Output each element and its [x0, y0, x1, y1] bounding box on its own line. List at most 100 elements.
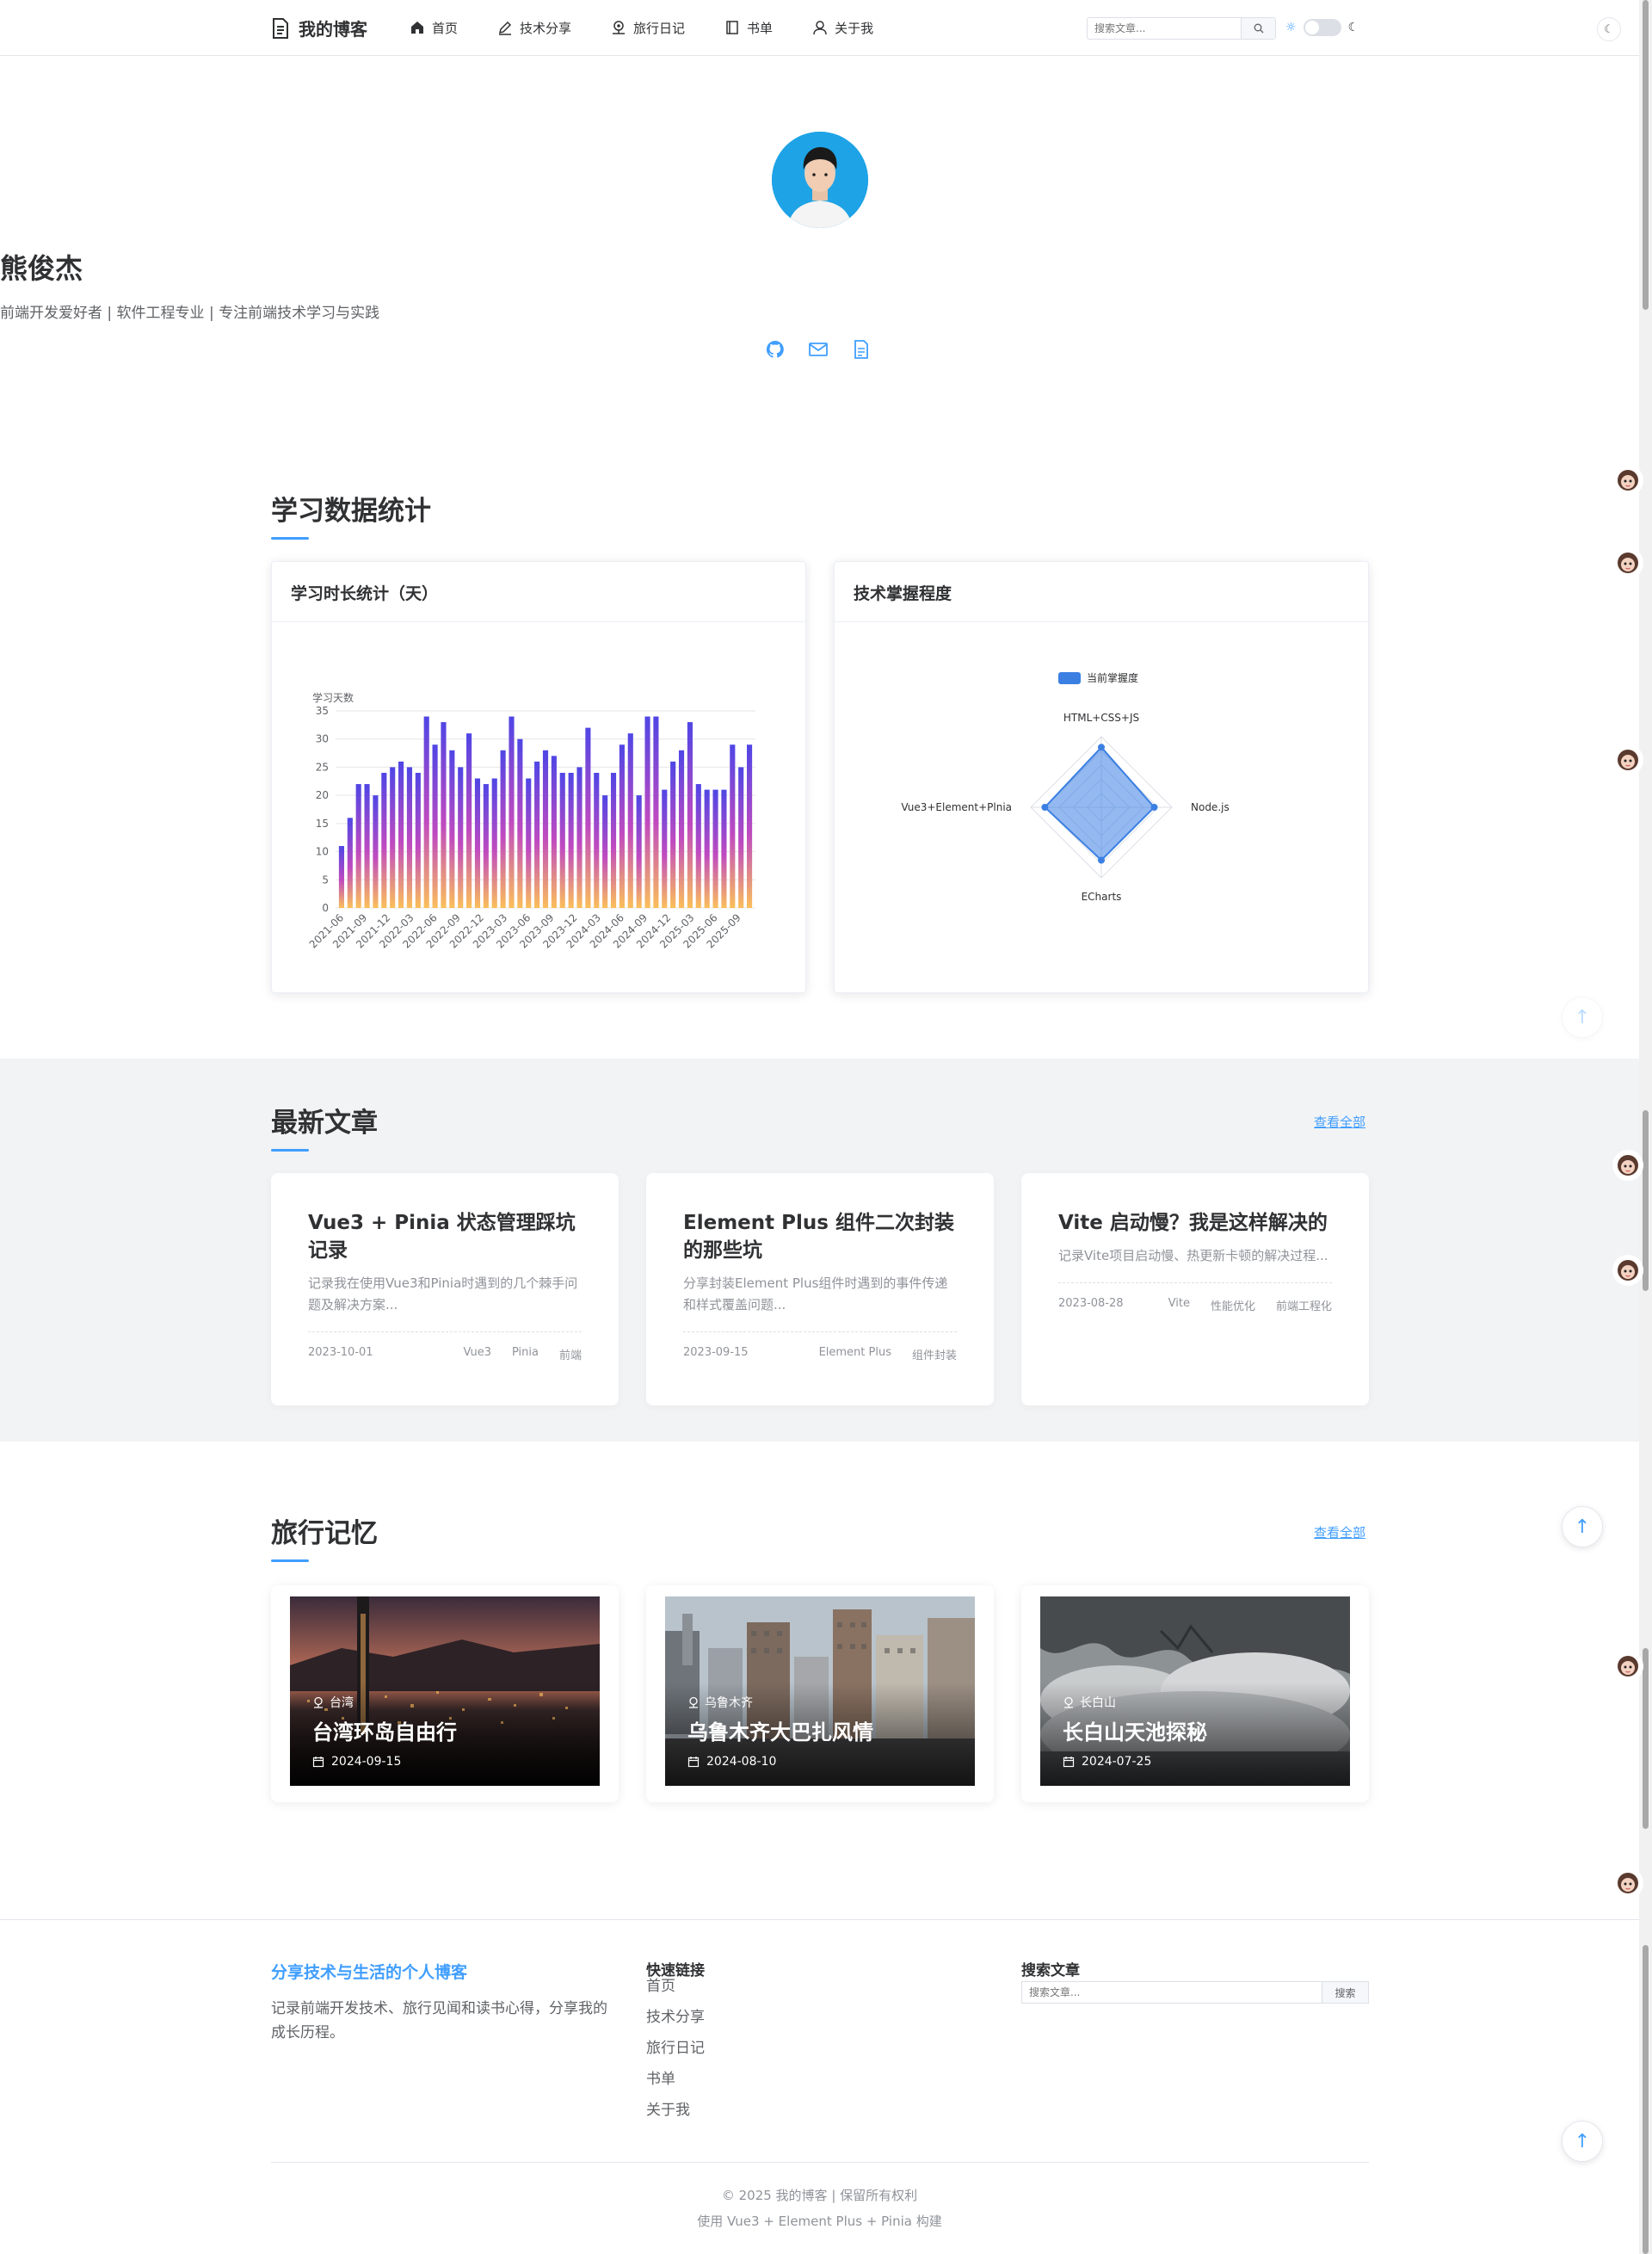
nav-item-travel[interactable]: 旅行日记: [611, 17, 685, 38]
y-tick-label: 5: [322, 874, 329, 886]
footer-links: 首页 技术分享 旅行日记 书单 关于我: [646, 1978, 705, 2133]
article-date: 2023-10-01: [308, 1346, 373, 1359]
nav-item-home[interactable]: 首页: [410, 17, 458, 38]
back-to-top-button[interactable]: ↑: [1562, 997, 1603, 1038]
floating-avatar[interactable]: [1612, 1651, 1643, 1682]
theme-switch[interactable]: [1303, 19, 1341, 36]
travel-title[interactable]: 乌鲁木齐大巴扎风情: [687, 1715, 873, 1745]
site-logo-text: 我的博客: [299, 19, 367, 40]
nav-item-about[interactable]: 关于我: [812, 17, 873, 38]
article-tag[interactable]: Vite: [1168, 1297, 1190, 1313]
bar: [517, 738, 523, 908]
bar: [500, 750, 506, 908]
header-search-button[interactable]: [1241, 18, 1275, 39]
travel-date: 2024-08-10: [687, 1755, 776, 1769]
header-search-input[interactable]: [1088, 18, 1241, 39]
footer-link[interactable]: 技术分享: [646, 2009, 705, 2040]
radar-chart-card-title: 技术掌握程度: [835, 562, 1368, 622]
travel-location: 长白山: [1063, 1694, 1116, 1711]
travel-title[interactable]: 台湾环岛自由行: [312, 1715, 457, 1745]
bar: [602, 795, 608, 908]
floating-avatar[interactable]: [1612, 744, 1643, 775]
article-card[interactable]: Vite 启动慢？我是这样解决的 记录Vite项目启动慢、热更新卡顿的解决过程.…: [1021, 1173, 1369, 1405]
floating-avatar[interactable]: [1612, 1868, 1643, 1899]
footer-link[interactable]: 首页: [646, 1978, 705, 2009]
arrow-up-icon: ↑: [1574, 2130, 1591, 2152]
nav-label: 书单: [747, 20, 774, 36]
footer-link[interactable]: 旅行日记: [646, 2040, 705, 2071]
article-tag[interactable]: 性能优化: [1211, 1297, 1255, 1313]
article-card[interactable]: Element Plus 组件二次封装的那些坑 分享封装Element Plus…: [646, 1173, 994, 1405]
radar-point: [1041, 804, 1049, 811]
travel-card[interactable]: 乌鲁木齐 乌鲁木齐大巴扎风情 2024-08-10: [646, 1585, 994, 1802]
site-logo[interactable]: 我的博客: [271, 15, 367, 40]
travel-card[interactable]: 长白山 长白山天池探秘 2024-07-25: [1021, 1585, 1369, 1802]
article-title[interactable]: Vue3 + Pinia 状态管理踩坑记录: [308, 1209, 582, 1264]
home-icon: [411, 22, 423, 34]
calendar-icon: [1063, 1757, 1075, 1768]
travel-view-all-link[interactable]: 查看全部: [1314, 1523, 1365, 1541]
travel-title[interactable]: 长白山天池探秘: [1063, 1715, 1207, 1745]
bar: [474, 778, 481, 908]
travel-date-label: 2024-07-25: [1082, 1755, 1152, 1769]
article-footer: 2023-10-01 Vue3 Pinia 前端: [308, 1331, 582, 1362]
scroll-thumb[interactable]: [1643, 0, 1649, 310]
sun-icon: ☼: [1285, 21, 1297, 34]
article-tag[interactable]: 前端工程化: [1276, 1297, 1332, 1313]
radar-chart-card: 技术掌握程度 当前掌握度 HTML+CSS+JS Node.js ECharts Vue…: [834, 561, 1369, 993]
article-title[interactable]: Vite 启动慢？我是这样解决的: [1058, 1209, 1332, 1237]
back-to-top-button[interactable]: ↑: [1562, 1506, 1603, 1547]
article-card[interactable]: Vue3 + Pinia 状态管理踩坑记录 记录我在使用Vue3和Pinia时遇…: [271, 1173, 619, 1405]
travel-location-label: 台湾: [330, 1696, 354, 1710]
profile-avatar[interactable]: [772, 132, 868, 228]
nav-item-tech[interactable]: 技术分享: [497, 17, 571, 38]
article-tag[interactable]: Element Plus: [819, 1346, 891, 1362]
bar: [364, 784, 370, 908]
floating-avatar[interactable]: [1612, 1150, 1643, 1181]
article-tag[interactable]: 前端: [559, 1346, 582, 1362]
article-date: 2023-09-15: [683, 1346, 749, 1359]
footer-search-input[interactable]: [1022, 1982, 1322, 2003]
copyright: © 2025 我的博客 | 保留所有权利: [721, 2188, 918, 2203]
github-icon[interactable]: [765, 339, 786, 360]
nav-label: 关于我: [835, 20, 874, 36]
footer-search-button[interactable]: 搜索: [1322, 1982, 1368, 2003]
footer-divider: [271, 2162, 1369, 2163]
mail-icon[interactable]: [808, 339, 829, 360]
back-to-top-button[interactable]: ↑: [1562, 2121, 1603, 2162]
scroll-thumb[interactable]: [1643, 1945, 1649, 2254]
article-tag[interactable]: Pinia: [512, 1346, 539, 1362]
travel-card[interactable]: 台湾 台湾环岛自由行 2024-09-15: [271, 1585, 619, 1802]
scroll-thumb[interactable]: [1643, 1648, 1649, 1829]
dark-mode-button[interactable]: ☾: [1597, 17, 1621, 41]
theme-toggle[interactable]: ☼ ☾: [1285, 19, 1359, 36]
bar: [746, 744, 753, 908]
document-icon[interactable]: [851, 339, 872, 360]
article-desc: 记录我在使用Vue3和Pinia时遇到的几个棘手问题及解决方案...: [308, 1275, 578, 1312]
bar: [644, 716, 650, 908]
article-title[interactable]: Element Plus 组件二次封装的那些坑: [683, 1209, 957, 1264]
scrollbar[interactable]: [1639, 0, 1652, 2254]
bar: [687, 722, 693, 908]
floating-avatar[interactable]: [1612, 1255, 1643, 1286]
article-tag[interactable]: Vue3: [463, 1346, 491, 1362]
footer-link[interactable]: 书单: [646, 2071, 705, 2102]
bar: [347, 818, 353, 908]
floating-avatar[interactable]: [1612, 465, 1643, 496]
bar: [568, 772, 574, 908]
footer-search-title: 搜索文章: [1021, 1962, 1080, 1979]
document-icon: [273, 17, 288, 39]
bar: [338, 846, 345, 908]
travel-section-title: 旅行记忆: [271, 1511, 378, 1562]
travel-location-label: 长白山: [1080, 1696, 1116, 1710]
bar: [636, 795, 642, 908]
travel-date-label: 2024-09-15: [331, 1755, 402, 1769]
study-days-bar-chart: 学习天数051015202530352021-062021-092021-122…: [307, 691, 755, 951]
articles-view-all-link[interactable]: 查看全部: [1314, 1113, 1365, 1131]
footer-description: 记录前端开发技术、旅行见闻和读书心得，分享我的成长历程。: [271, 2000, 607, 2041]
article-tag[interactable]: 组件封装: [912, 1346, 957, 1362]
floating-avatar[interactable]: [1612, 547, 1643, 578]
nav-item-books[interactable]: 书单: [724, 17, 773, 38]
footer-link[interactable]: 关于我: [646, 2102, 705, 2133]
scroll-thumb[interactable]: [1643, 1110, 1649, 1291]
